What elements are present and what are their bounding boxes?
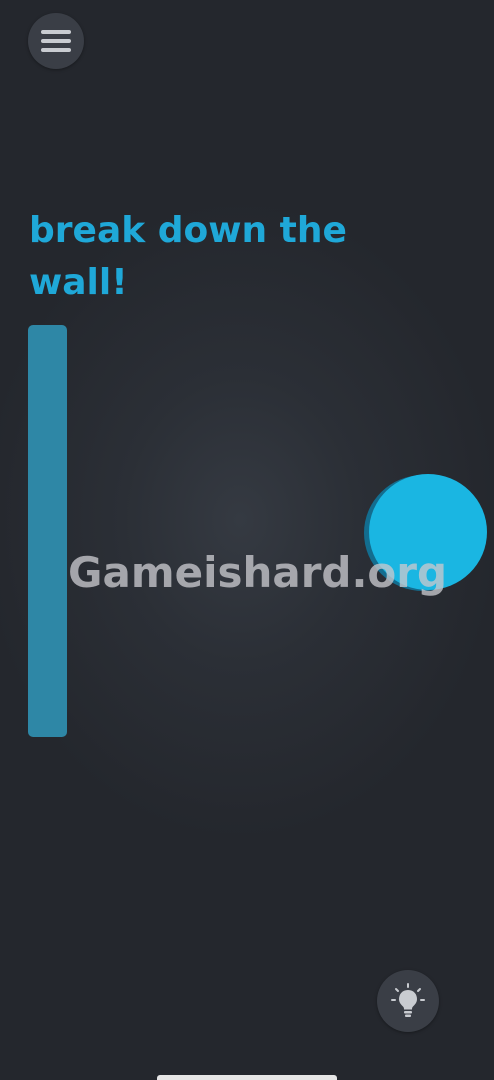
hamburger-menu-icon: [41, 30, 71, 52]
wall[interactable]: [28, 325, 67, 737]
menu-button[interactable]: [28, 13, 84, 69]
hint-button[interactable]: [377, 970, 439, 1032]
home-indicator: [157, 1075, 337, 1080]
level-title: break down the wall!: [29, 210, 347, 303]
lightbulb-icon: [391, 983, 425, 1017]
watermark: Gameishard.org: [68, 548, 448, 597]
